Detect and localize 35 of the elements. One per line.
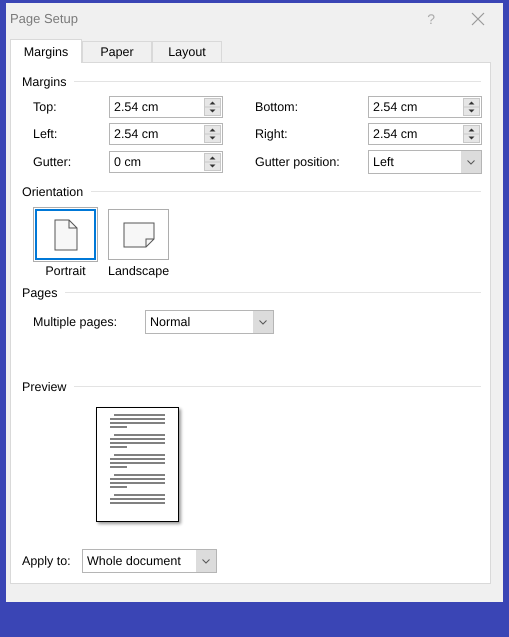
tab[interactable]: Margins: [10, 39, 82, 63]
group-title: Margins: [22, 74, 66, 88]
group-title: Pages: [22, 286, 58, 300]
spin-field[interactable]: 0 cm: [109, 151, 223, 173]
group-title: Preview: [22, 380, 66, 394]
field-label: Bottom:: [255, 100, 300, 114]
dropdown-field[interactable]: Left: [368, 150, 482, 174]
spin-arrows-icon[interactable]: [463, 98, 480, 116]
field-label: Multiple pages:: [33, 315, 118, 329]
window-title: Page Setup: [10, 11, 79, 26]
field-label: Apply to:: [22, 554, 72, 568]
orientation-label: Landscape: [108, 264, 170, 278]
spin-arrows-icon[interactable]: [204, 153, 221, 171]
spin-field[interactable]: 2.54 cm: [368, 96, 482, 118]
landscape-page-icon: [122, 222, 155, 248]
field-label: Gutter:: [33, 155, 72, 169]
field-label: Gutter position:: [255, 155, 341, 169]
field-label: Left:: [33, 127, 58, 141]
spin-arrows-icon[interactable]: [204, 98, 221, 116]
dropdown-field[interactable]: Normal: [145, 310, 274, 334]
spin-field[interactable]: 2.54 cm: [109, 96, 223, 118]
spin-arrows-icon[interactable]: [204, 125, 221, 143]
spin-field[interactable]: 2.54 cm: [109, 123, 223, 145]
orientation-button[interactable]: [35, 209, 96, 260]
orientation-label: Portrait: [45, 264, 86, 278]
tab[interactable]: Layout: [152, 41, 222, 62]
field-label: Top:: [33, 100, 58, 114]
portrait-page-icon: [54, 218, 78, 250]
tab[interactable]: Paper: [82, 41, 152, 62]
spin-field[interactable]: 2.54 cm: [368, 123, 482, 145]
orientation-button[interactable]: [108, 209, 170, 260]
group-title: Orientation: [22, 184, 84, 198]
dropdown-field[interactable]: Whole document: [82, 549, 217, 573]
spin-arrows-icon[interactable]: [463, 125, 480, 143]
field-label: Right:: [255, 127, 289, 141]
